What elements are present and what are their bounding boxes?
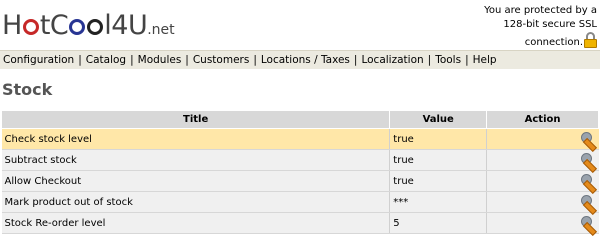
ssl-line-1: You are protected by a	[484, 5, 597, 16]
menu-separator: |	[78, 54, 82, 66]
row-value: true	[389, 149, 487, 171]
menu-item-tools[interactable]: Tools	[435, 54, 461, 66]
edit-wrench-icon[interactable]	[580, 215, 597, 237]
row-title: Stock Re-order level	[1, 212, 390, 234]
menu-separator: |	[427, 54, 432, 66]
menu-separator: |	[353, 54, 358, 66]
menu-item-locations-taxes[interactable]: Locations / Taxes	[261, 54, 350, 66]
menu-item-help[interactable]: Help	[473, 54, 497, 66]
site-logo[interactable]: HtC l4U.net	[2, 6, 202, 46]
menu-item-localization[interactable]: Localization	[361, 54, 423, 66]
column-header-title: Title	[0, 110, 391, 129]
logo-tld: .net	[147, 22, 175, 38]
row-value: 5	[389, 212, 487, 234]
row-title: Subtract stock	[1, 149, 390, 171]
edit-wrench-icon[interactable]	[580, 173, 597, 195]
row-action	[486, 170, 599, 195]
column-header-value: Value	[389, 110, 488, 129]
logo-text-prefix: H	[2, 10, 22, 41]
table-row[interactable]: Mark product out of stock ***	[1, 191, 599, 216]
table-row[interactable]: Stock Re-order level 5	[1, 212, 599, 237]
edit-wrench-icon[interactable]	[580, 131, 597, 153]
logo-o-red	[22, 19, 39, 35]
edit-wrench-icon[interactable]	[580, 194, 597, 216]
menu-separator: |	[253, 54, 257, 66]
row-action	[486, 128, 599, 153]
ssl-line-2: 128-bit secure SSL	[503, 19, 597, 30]
row-action	[486, 212, 599, 237]
lock-icon	[584, 32, 597, 48]
row-title: Check stock level	[1, 128, 390, 150]
row-value: ***	[389, 191, 487, 213]
row-value: true	[389, 170, 487, 192]
menu-item-configuration[interactable]: Configuration	[3, 54, 74, 66]
header: HtC l4U.net You are protected by a 128-bi…	[0, 0, 600, 50]
table-row[interactable]: Allow Checkout true	[1, 170, 599, 195]
table-row[interactable]: Check stock level true	[1, 128, 599, 153]
ssl-line-3: connection.	[437, 32, 597, 50]
logo-text-middle: tC	[39, 10, 69, 41]
table-row[interactable]: Subtract stock true	[1, 149, 599, 174]
logo-o-black-2	[87, 19, 104, 35]
menu-item-modules[interactable]: Modules	[138, 54, 182, 66]
row-title: Mark product out of stock	[1, 191, 390, 213]
ssl-line-3-text: connection.	[524, 37, 583, 48]
logo-text-middle2: l4U	[104, 10, 148, 41]
edit-wrench-icon[interactable]	[580, 152, 597, 174]
menu-separator: |	[130, 54, 134, 66]
logo-o-blue-1	[69, 19, 86, 35]
row-title: Allow Checkout	[1, 170, 390, 192]
menu-separator: |	[465, 54, 469, 66]
row-action	[486, 149, 599, 174]
row-value: true	[389, 128, 487, 150]
row-action	[486, 191, 599, 216]
menu-separator: |	[185, 54, 189, 66]
menu-item-customers[interactable]: Customers	[193, 54, 249, 66]
main-menu: Configuration | Catalog | Modules | Customers |…	[0, 50, 600, 69]
ssl-notice: You are protected by a 128-bit secure SS…	[437, 4, 597, 50]
menu-item-catalog[interactable]: Catalog	[86, 54, 126, 66]
column-header-action: Action	[486, 110, 599, 129]
page-title: Stock	[2, 80, 53, 99]
config-table: Title Value Action Check stock level tru…	[0, 110, 599, 237]
table-header-row: Title Value Action	[0, 110, 599, 129]
